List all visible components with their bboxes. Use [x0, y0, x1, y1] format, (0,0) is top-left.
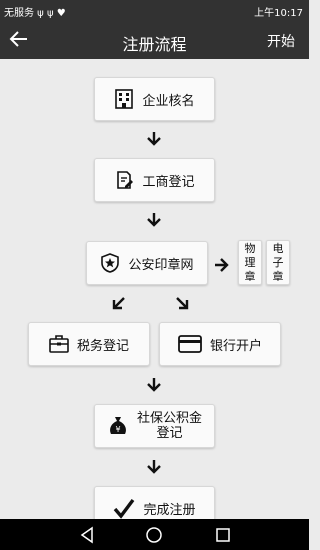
- nav-home-icon[interactable]: [145, 526, 163, 544]
- police-badge-icon: [101, 253, 120, 273]
- arrow-down-icon: [147, 378, 161, 392]
- step-social-security-label-line1: 社保公积金: [136, 411, 202, 426]
- start-button[interactable]: 开始: [267, 31, 295, 51]
- electronic-seal-char: 章: [272, 269, 284, 283]
- svg-text:¥: ¥: [115, 425, 120, 434]
- step-tax-registration[interactable]: 税务登记: [28, 322, 150, 366]
- checkmark-icon: [114, 498, 135, 519]
- physical-seal-char: 理: [244, 255, 256, 269]
- step-business-registration[interactable]: 工商登记: [94, 158, 215, 202]
- document-edit-icon: [117, 171, 134, 189]
- flow-chart: 企业核名 工商登记 公安印章网 物 理 章 电 子 章 税务登记 银行开户 ¥ …: [0, 59, 309, 519]
- nav-back-icon[interactable]: [78, 526, 96, 544]
- step-bank-account-label: 银行开户: [209, 338, 262, 354]
- arrow-down-icon: [147, 213, 161, 227]
- step-complete[interactable]: 完成注册: [94, 486, 215, 519]
- building-icon: [115, 89, 134, 109]
- arrow-down-icon: [147, 460, 161, 474]
- status-time: 上午10:17: [254, 8, 303, 19]
- arrow-down-icon: [147, 132, 161, 146]
- physical-seal-char: 章: [244, 269, 256, 283]
- step-complete-label: 完成注册: [143, 502, 196, 518]
- electronic-seal-char: 子: [272, 255, 284, 269]
- status-left: 无服务 ψ ψ ♥: [4, 8, 66, 19]
- step-bank-account[interactable]: 银行开户: [159, 322, 281, 366]
- android-nav-bar: [0, 519, 309, 550]
- credit-card-icon: [178, 335, 202, 353]
- step-police-seal[interactable]: 公安印章网: [86, 241, 208, 285]
- step-business-registration-label: 工商登记: [142, 174, 195, 190]
- briefcase-icon: [49, 335, 69, 353]
- electronic-seal-box[interactable]: 电 子 章: [266, 240, 290, 285]
- money-bag-icon: ¥: [110, 417, 126, 434]
- physical-seal-box[interactable]: 物 理 章: [238, 240, 262, 285]
- arrow-down-left-icon: [112, 297, 125, 310]
- step-tax-registration-label: 税务登记: [76, 338, 129, 354]
- step-name-check-label: 企业核名: [142, 93, 195, 109]
- arrow-right-icon: [215, 258, 229, 272]
- electronic-seal-char: 电: [272, 241, 284, 255]
- step-social-security-label-line2: 登记: [156, 426, 183, 441]
- physical-seal-char: 物: [244, 241, 256, 255]
- title-bar: 注册流程 开始: [0, 21, 309, 59]
- page-title: 注册流程: [122, 35, 187, 54]
- step-social-security[interactable]: ¥ 社保公积金 登记: [94, 404, 215, 448]
- step-police-seal-label: 公安印章网: [128, 257, 194, 273]
- arrow-down-right-icon: [176, 297, 189, 310]
- status-bar: 无服务 ψ ψ ♥ 上午10:17: [0, 0, 309, 21]
- step-name-check[interactable]: 企业核名: [94, 77, 215, 121]
- back-arrow-icon[interactable]: [8, 28, 30, 50]
- nav-recents-icon[interactable]: [214, 526, 232, 544]
